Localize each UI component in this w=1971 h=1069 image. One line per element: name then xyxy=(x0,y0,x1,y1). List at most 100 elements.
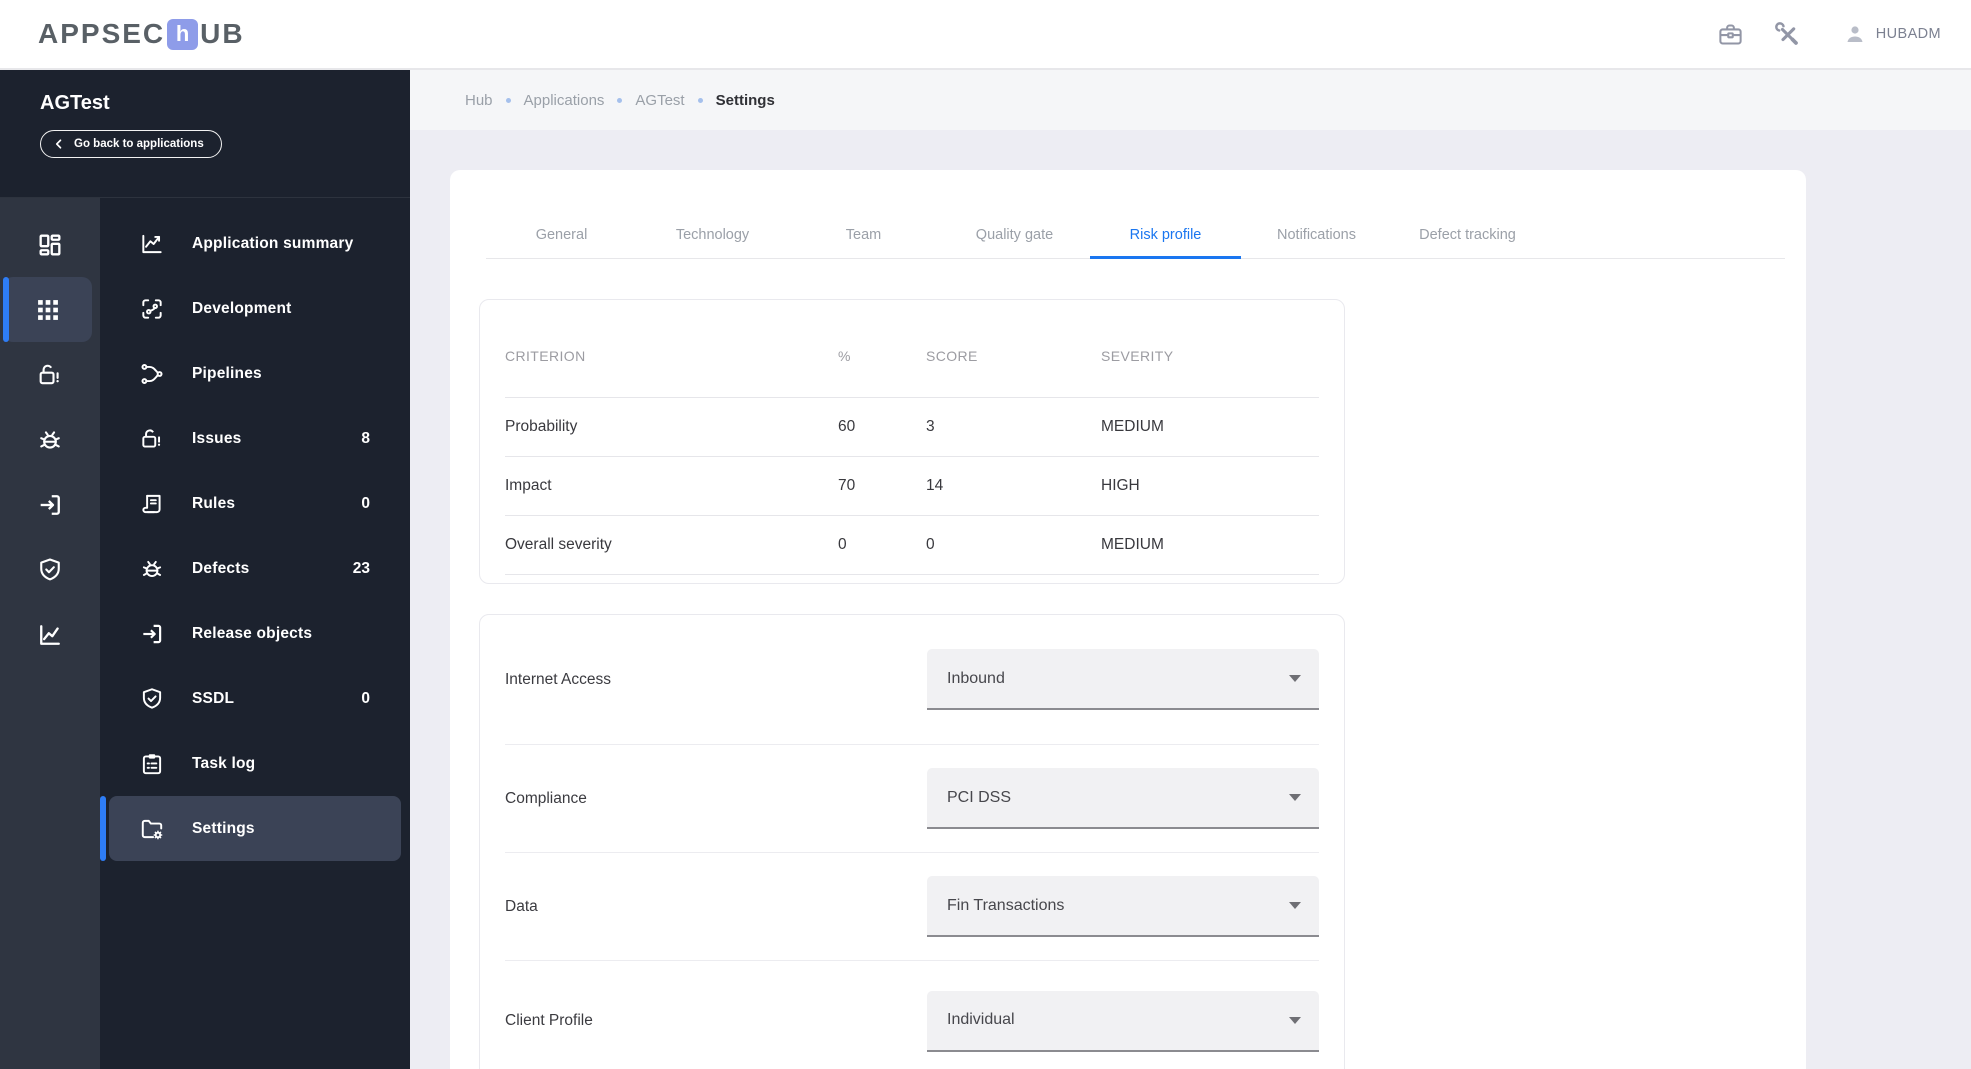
form-row-data: Data Fin Transactions xyxy=(505,853,1319,961)
rail-item-lock-alert[interactable] xyxy=(0,342,100,407)
field-label-data: Data xyxy=(505,897,538,915)
breadcrumb-item-applications[interactable]: Applications xyxy=(524,92,605,109)
table-row-impact: Impact 70 14 HIGH xyxy=(505,457,1319,516)
sidebar-item-label: Defects xyxy=(192,559,250,577)
sidebar-badge: 0 xyxy=(361,494,370,512)
sidebar-item-rules[interactable]: Rules 0 xyxy=(109,471,401,536)
sidebar-item-settings[interactable]: Settings xyxy=(100,796,401,861)
sidebar-item-label: Task log xyxy=(192,754,256,772)
header-toolbar: HUBADM xyxy=(1717,21,1941,48)
dashboard-icon xyxy=(36,231,64,259)
dropdown-arrow-icon xyxy=(1289,794,1301,801)
sidebar-badge: 0 xyxy=(361,689,370,707)
table-row-probability: Probability 60 3 MEDIUM xyxy=(505,398,1319,457)
content-panel: General Technology Team Quality gate Risk pr… xyxy=(450,170,1806,1069)
sidebar-item-task-log[interactable]: Task log xyxy=(109,731,401,796)
sidebar-item-issues[interactable]: Issues 8 xyxy=(109,406,401,471)
tab-risk-profile[interactable]: Risk profile xyxy=(1090,212,1241,259)
field-label-compliance: Compliance xyxy=(505,789,587,807)
field-label-client-profile: Client Profile xyxy=(505,1012,593,1029)
client-profile-select[interactable]: Individual xyxy=(927,990,1319,1052)
sidebar-item-application-summary[interactable]: Application summary xyxy=(109,211,401,276)
rules-icon xyxy=(139,491,165,517)
dev-branch-icon xyxy=(139,296,165,322)
compliance-select[interactable]: PCI DSS xyxy=(927,768,1319,829)
folder-gear-icon xyxy=(139,816,165,842)
column-header-percent: % xyxy=(838,347,851,364)
pipelines-icon xyxy=(139,361,165,387)
sidebar-badge: 8 xyxy=(361,429,370,447)
breadcrumb: Hub Applications AGTest Settings xyxy=(410,70,1971,130)
briefcase-icon[interactable] xyxy=(1717,21,1744,48)
select-value: Individual xyxy=(947,1011,1015,1028)
percent-cell: 0 xyxy=(838,536,847,553)
sidebar-item-ssdl[interactable]: SSDL 0 xyxy=(109,666,401,731)
main-content: Hub Applications AGTest Settings General Tec… xyxy=(410,70,1971,1069)
data-select[interactable]: Fin Transactions xyxy=(927,876,1319,937)
column-header-criterion: CRITERION xyxy=(505,347,586,364)
severity-cell: HIGH xyxy=(1101,477,1140,494)
dropdown-arrow-icon xyxy=(1289,1016,1301,1024)
tab-team[interactable]: Team xyxy=(788,212,939,258)
tab-quality-gate[interactable]: Quality gate xyxy=(939,212,1090,258)
rail-item-shield-check[interactable] xyxy=(0,537,100,602)
breadcrumb-item-hub[interactable]: Hub xyxy=(465,92,493,109)
shield-check-icon xyxy=(36,556,64,584)
sidebar-item-pipelines[interactable]: Pipelines xyxy=(109,341,401,406)
criterion-cell: Impact xyxy=(505,477,552,494)
sidebar-item-label: Settings xyxy=(192,819,255,837)
column-header-score: SCORE xyxy=(926,347,978,364)
rail-item-grid[interactable] xyxy=(3,277,92,342)
bug-icon xyxy=(139,556,165,582)
sidebar-item-label: Issues xyxy=(192,429,242,447)
go-back-label: Go back to applications xyxy=(74,138,204,150)
app-name: AGTest xyxy=(40,92,110,114)
breadcrumb-separator-dot xyxy=(617,97,623,103)
form-row-compliance: Compliance PCI DSS xyxy=(505,745,1319,853)
rail-item-chart[interactable] xyxy=(0,602,100,667)
criterion-cell: Probability xyxy=(505,418,578,435)
line-chart-icon xyxy=(139,231,165,257)
percent-cell: 70 xyxy=(838,477,856,494)
user-menu[interactable]: HUBADM xyxy=(1843,22,1941,46)
table-body: Probability 60 3 MEDIUM Impact 70 14 HIGH Overal… xyxy=(505,398,1319,575)
chart-icon xyxy=(36,621,64,649)
select-value: PCI DSS xyxy=(947,788,1012,806)
tab-general[interactable]: General xyxy=(486,212,637,258)
criterion-cell: Overall severity xyxy=(505,536,612,553)
score-cell: 0 xyxy=(926,536,935,553)
breadcrumb-item-agtest[interactable]: AGTest xyxy=(635,92,684,109)
table-row-overall-severity: Overall severity 0 0 MEDIUM xyxy=(505,516,1319,575)
score-cell: 14 xyxy=(926,477,944,494)
sidebar-item-label: SSDL xyxy=(192,689,235,707)
clipboard-icon xyxy=(139,751,165,777)
rail-item-dashboard[interactable] xyxy=(0,212,100,277)
sidebar-item-label: Development xyxy=(192,299,292,317)
risk-criteria-card: CRITERION% SCORE SEVERITY Probability 60 3 ME… xyxy=(479,299,1345,584)
dropdown-arrow-icon xyxy=(1289,902,1301,909)
sidebar-item-development[interactable]: Development xyxy=(109,276,401,341)
sidebar-item-release-objects[interactable]: Release objects xyxy=(109,601,401,666)
tab-bar: General Technology Team Quality gate Risk pr… xyxy=(486,170,1785,259)
sidebar-item-label: Release objects xyxy=(192,624,313,642)
select-value: Fin Transactions xyxy=(947,896,1065,914)
sidebar-app-block: AGTest Go back to applications xyxy=(0,70,410,198)
tab-technology[interactable]: Technology xyxy=(637,212,788,258)
go-back-button[interactable]: Go back to applications xyxy=(40,130,222,158)
form-row-client-profile: Client Profile Individual xyxy=(505,961,1319,1069)
shield-check-icon xyxy=(139,686,165,712)
tab-notifications[interactable]: Notifications xyxy=(1241,212,1392,258)
table-header-row: CRITERION% SCORE SEVERITY xyxy=(505,314,1319,398)
rail-item-exit[interactable] xyxy=(0,472,100,537)
app-header: APPSEC h UB HUBADM xyxy=(0,0,1971,70)
internet-access-select[interactable]: Inbound xyxy=(927,649,1319,710)
column-header-severity: SEVERITY xyxy=(1101,347,1174,364)
severity-cell: MEDIUM xyxy=(1101,418,1164,435)
risk-profile-form: Internet Access Inbound Compliance PCI DSS D… xyxy=(479,614,1345,1069)
dropdown-arrow-icon xyxy=(1289,675,1301,682)
tools-icon[interactable] xyxy=(1774,21,1801,48)
tab-defect-tracking[interactable]: Defect tracking xyxy=(1392,212,1543,258)
rail-item-bug[interactable] xyxy=(0,407,100,472)
sidebar-item-defects[interactable]: Defects 23 xyxy=(109,536,401,601)
sidebar-item-label: Rules xyxy=(192,494,236,512)
